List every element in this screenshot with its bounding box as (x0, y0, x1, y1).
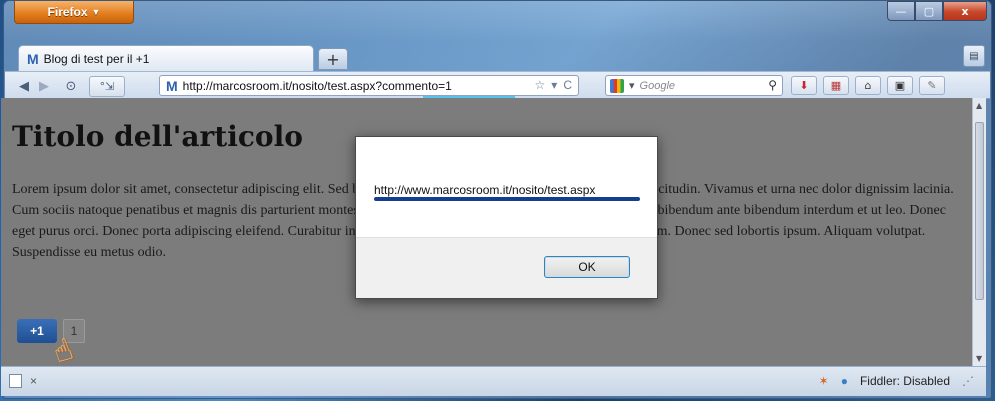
history-icon[interactable]: ⊙ (61, 76, 81, 96)
minimize-button[interactable]: — (887, 1, 915, 21)
download-icon[interactable]: ⬇ (791, 76, 817, 95)
list-all-tabs-button[interactable]: ▤ (963, 45, 985, 67)
globe-icon[interactable]: ● (841, 374, 848, 388)
scroll-up-icon[interactable]: ▲ (976, 101, 982, 110)
url-dropdown-icon[interactable]: ▾ (551, 78, 557, 92)
screen-icon[interactable]: ▣ (887, 76, 913, 95)
search-engine-dropdown-icon[interactable]: ▾ (629, 79, 635, 92)
favicon-icon: M (27, 50, 39, 67)
status-right: ✶ ● Fiddler: Disabled ⋰ (819, 374, 974, 388)
tab-active[interactable]: M Blog di test per il +1 (18, 45, 314, 71)
resize-grip-icon[interactable]: ⋰ (962, 374, 974, 388)
status-left: × (9, 374, 37, 388)
tools-icon[interactable]: ✎ (919, 76, 945, 95)
bug-icon[interactable]: ✶ (819, 374, 829, 388)
tab-title: Blog di test per il +1 (43, 51, 150, 66)
address-bar[interactable]: M http://marcosroom.it/nosito/test.aspx?… (159, 75, 579, 96)
maximize-button[interactable]: ▢ (915, 1, 943, 21)
url-actions: ☆ ▾ C (535, 78, 572, 92)
favicon-icon: M (166, 77, 178, 94)
chevron-down-icon: ▼ (91, 7, 101, 17)
reload-icon[interactable]: C (563, 78, 572, 92)
status-bar: × ✶ ● Fiddler: Disabled ⋰ (1, 366, 986, 396)
page-icon[interactable] (9, 374, 22, 388)
ok-button[interactable]: OK (544, 256, 630, 278)
fiddler-status[interactable]: Fiddler: Disabled (860, 374, 950, 388)
search-placeholder: Google (639, 79, 676, 92)
dialog-footer: OK (356, 237, 657, 298)
window-controls: — ▢ x (887, 1, 987, 21)
close-button[interactable]: x (943, 1, 987, 21)
back-icon[interactable]: ◀ (15, 76, 33, 96)
forward-icon[interactable]: ▶ (35, 76, 53, 96)
addon-icon[interactable]: ▦ (823, 76, 849, 95)
search-box[interactable]: ▾ Google ⚲ (605, 75, 783, 96)
new-tab-button[interactable]: + (318, 48, 348, 70)
firefox-menu-button[interactable]: Firefox ▼ (14, 1, 134, 24)
close-icon[interactable]: × (30, 374, 37, 388)
scrollbar-thumb[interactable] (975, 122, 984, 300)
search-icon[interactable]: ⚲ (768, 78, 777, 92)
dialog-message: http://www.marcosroom.it/nosito/test.asp… (374, 183, 596, 197)
scroll-down-icon[interactable]: ▼ (976, 354, 982, 363)
message-underline (374, 197, 640, 201)
bookmark-star-icon[interactable]: ☆ (535, 78, 546, 92)
home-icon[interactable]: ⌂ (855, 76, 881, 95)
google-icon[interactable] (610, 78, 624, 93)
scrapbook-icon[interactable]: °⇲ (89, 76, 125, 97)
firefox-menu-label: Firefox (47, 5, 88, 19)
alert-dialog: http://www.marcosroom.it/nosito/test.asp… (355, 136, 658, 299)
navigation-toolbar: ◀ ▶ ⊙ °⇲ M http://marcosroom.it/nosito/t… (5, 71, 990, 99)
vertical-scrollbar[interactable]: ▲ ▼ (972, 98, 986, 366)
url-text: http://marcosroom.it/nosito/test.aspx?co… (182, 78, 452, 93)
